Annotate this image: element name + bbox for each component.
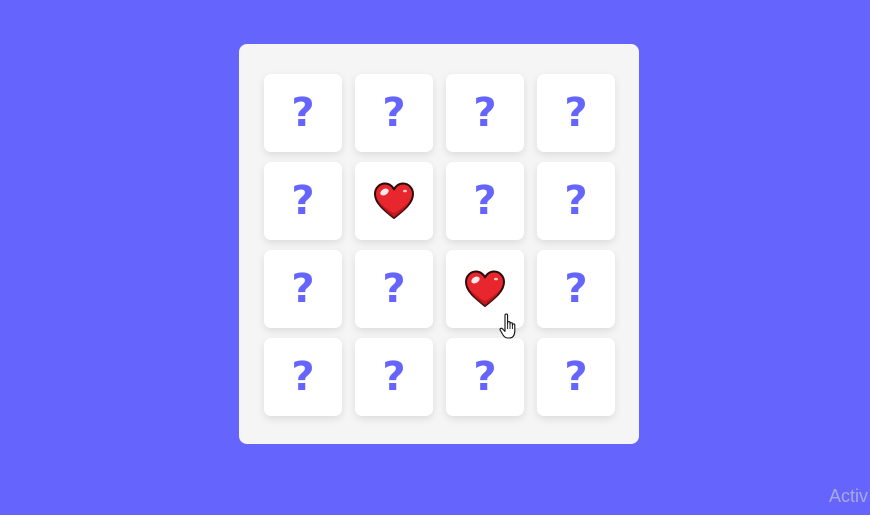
card-hidden[interactable]: ? — [264, 338, 342, 416]
question-mark: ? — [291, 354, 315, 400]
question-mark: ? — [564, 178, 588, 224]
game-board: ????? ???? ????? — [239, 44, 639, 444]
activation-watermark: Activ — [829, 486, 869, 506]
card-hidden[interactable]: ? — [446, 74, 524, 152]
question-mark: ? — [291, 178, 315, 224]
card-hidden[interactable]: ? — [537, 338, 615, 416]
question-mark: ? — [473, 354, 497, 400]
card-hidden[interactable]: ? — [355, 250, 433, 328]
question-mark: ? — [564, 90, 588, 136]
card-hidden[interactable]: ? — [264, 74, 342, 152]
card-hidden[interactable]: ? — [446, 338, 524, 416]
question-mark: ? — [291, 90, 315, 136]
card-revealed[interactable] — [355, 162, 433, 240]
question-mark: ? — [382, 266, 406, 312]
card-hidden[interactable]: ? — [537, 162, 615, 240]
card-revealed[interactable] — [446, 250, 524, 328]
heart-icon — [374, 182, 414, 219]
question-mark: ? — [382, 90, 406, 136]
card-grid: ????? ???? ????? — [264, 74, 615, 416]
question-mark: ? — [473, 178, 497, 224]
card-hidden[interactable]: ? — [264, 250, 342, 328]
question-mark: ? — [291, 266, 315, 312]
card-hidden[interactable]: ? — [355, 338, 433, 416]
card-hidden[interactable]: ? — [446, 162, 524, 240]
heart-icon — [465, 270, 505, 307]
card-hidden[interactable]: ? — [537, 74, 615, 152]
card-hidden[interactable]: ? — [355, 74, 433, 152]
question-mark: ? — [564, 266, 588, 312]
card-hidden[interactable]: ? — [537, 250, 615, 328]
question-mark: ? — [473, 90, 497, 136]
question-mark: ? — [382, 354, 406, 400]
question-mark: ? — [564, 354, 588, 400]
card-hidden[interactable]: ? — [264, 162, 342, 240]
